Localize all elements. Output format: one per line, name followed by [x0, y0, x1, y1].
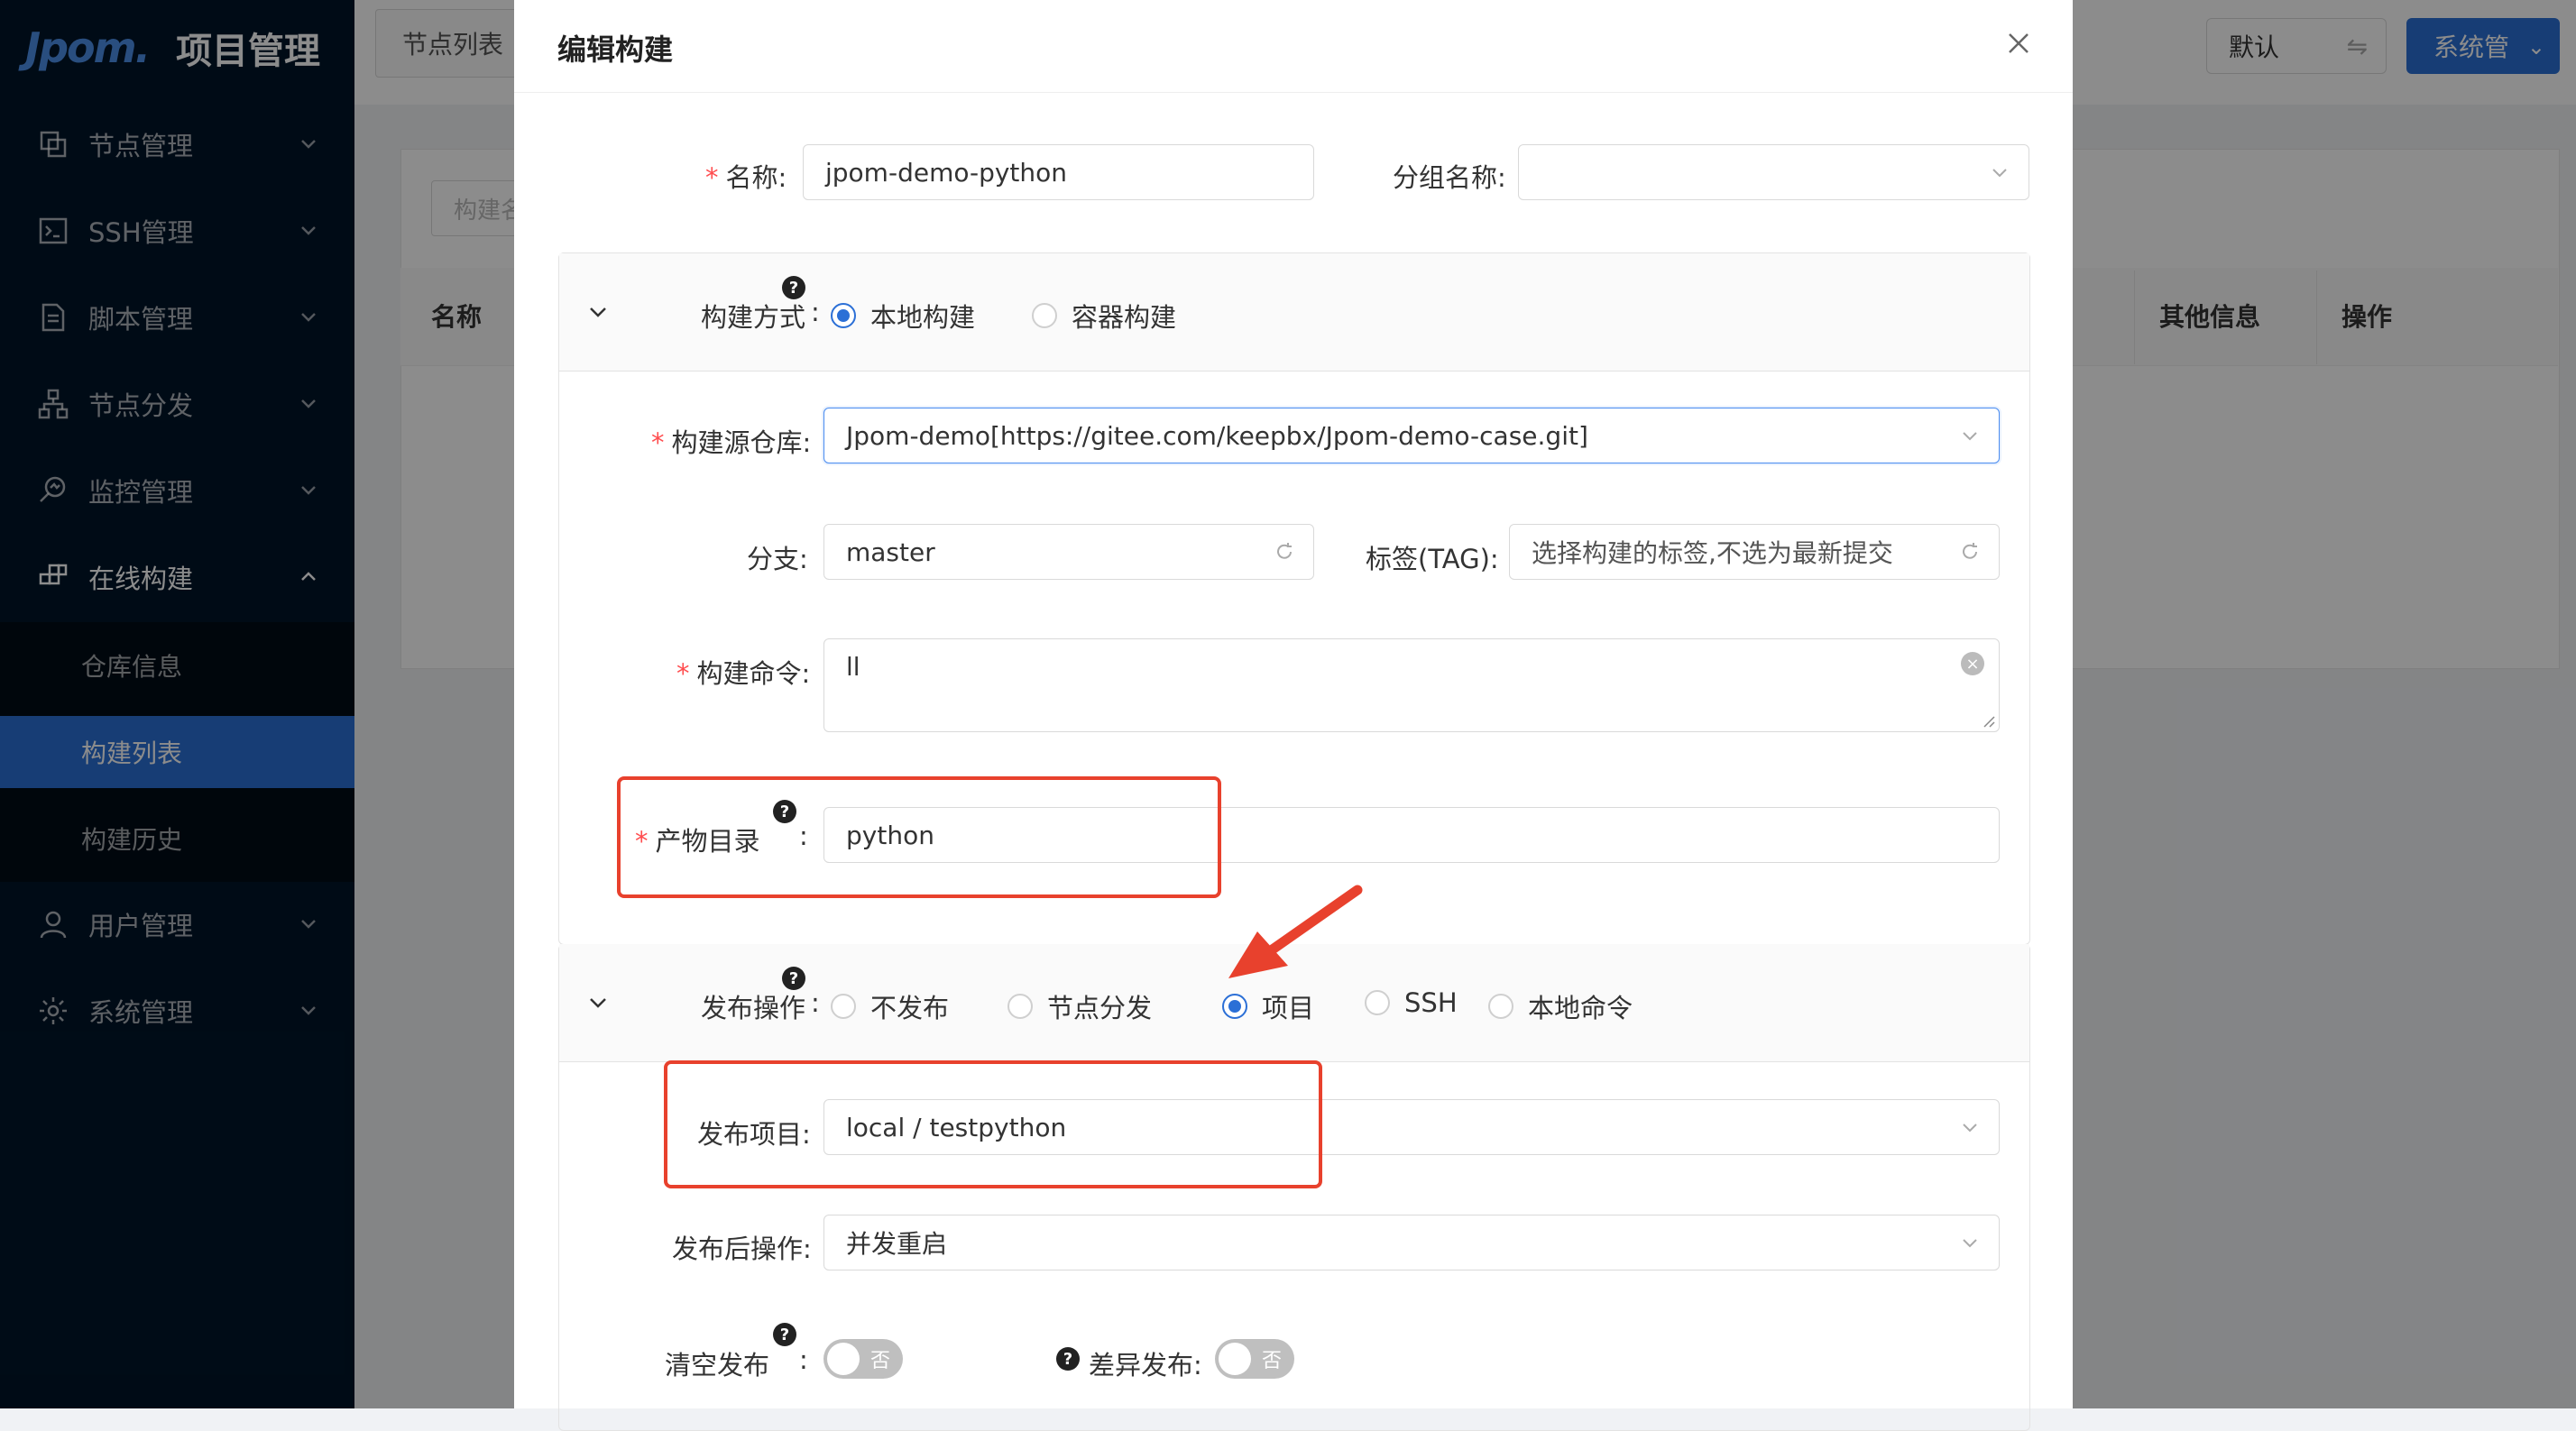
chevron-down-icon[interactable]: [586, 300, 610, 324]
name-label: * 名称:: [705, 162, 787, 193]
tag-select[interactable]: 选择构建的标签,不选为最新提交: [1509, 524, 2000, 580]
build-method-label: 构建方式: [701, 302, 806, 333]
chevron-down-icon: [1963, 432, 1977, 441]
modal-title: 编辑构建: [557, 32, 674, 67]
clear-icon[interactable]: ×: [1961, 652, 1984, 675]
chevron-down-icon: [1963, 1124, 1977, 1133]
annotation-arrow-icon: [1228, 885, 1363, 978]
colon: :: [811, 297, 820, 327]
refresh-icon[interactable]: [1959, 541, 1981, 563]
build-panel-header[interactable]: 构建方式 ? : 本地构建 容器构建: [559, 253, 2029, 372]
edit-build-modal: 编辑构建 * 名称: jpom-demo-python 分组名称: 构建方式 ? …: [514, 0, 2073, 1431]
tag-label: 标签(TAG):: [1366, 544, 1499, 574]
repo-label: * 构建源仓库:: [651, 427, 812, 458]
after-release-select[interactable]: 并发重启: [823, 1215, 2000, 1270]
radio-local-build[interactable]: 本地构建: [831, 297, 975, 335]
radio-container-build[interactable]: 容器构建: [1032, 297, 1176, 335]
highlight-artifact-box: [617, 776, 1221, 898]
chevron-down-icon[interactable]: [586, 991, 610, 1014]
clear-release-label: 清空发布: [665, 1350, 770, 1381]
group-label: 分组名称:: [1393, 162, 1506, 193]
chevron-down-icon: [1963, 1239, 1977, 1248]
colon: :: [799, 1344, 808, 1375]
help-icon[interactable]: ?: [773, 1323, 796, 1346]
after-release-label: 发布后操作:: [672, 1234, 812, 1264]
name-input[interactable]: jpom-demo-python: [803, 144, 1314, 200]
help-icon[interactable]: ?: [782, 967, 805, 990]
branch-select[interactable]: master: [823, 524, 1314, 580]
help-icon[interactable]: ?: [1056, 1347, 1080, 1371]
branch-label: 分支:: [747, 544, 808, 574]
repo-select[interactable]: Jpom-demo[https://gitee.com/keepbx/Jpom-…: [823, 408, 2000, 463]
radio-node-distribute[interactable]: 节点分发: [1007, 987, 1152, 1025]
close-icon[interactable]: [2001, 25, 2037, 61]
modal-header: 编辑构建: [514, 0, 2073, 93]
refresh-icon[interactable]: [1274, 541, 1295, 563]
radio-no-release[interactable]: 不发布: [831, 987, 949, 1025]
release-op-label: 发布操作: [701, 993, 806, 1023]
group-select[interactable]: [1518, 144, 2029, 200]
highlight-release-project-box: [664, 1060, 1322, 1188]
radio-local-command[interactable]: 本地命令: [1488, 987, 1633, 1025]
command-label: * 构建命令:: [676, 658, 811, 689]
diff-release-switch[interactable]: 否: [1215, 1339, 1294, 1379]
chevron-down-icon: [1992, 169, 2007, 178]
command-textarea[interactable]: ll ×: [823, 638, 2000, 732]
colon: :: [811, 987, 820, 1018]
radio-project[interactable]: 项目: [1222, 987, 1314, 1025]
help-icon[interactable]: ?: [782, 276, 805, 299]
radio-ssh[interactable]: SSH: [1365, 987, 1458, 1018]
diff-release-label: 差异发布:: [1089, 1350, 1202, 1381]
clear-release-switch[interactable]: 否: [823, 1339, 903, 1379]
resize-handle-icon[interactable]: [1981, 713, 1995, 728]
